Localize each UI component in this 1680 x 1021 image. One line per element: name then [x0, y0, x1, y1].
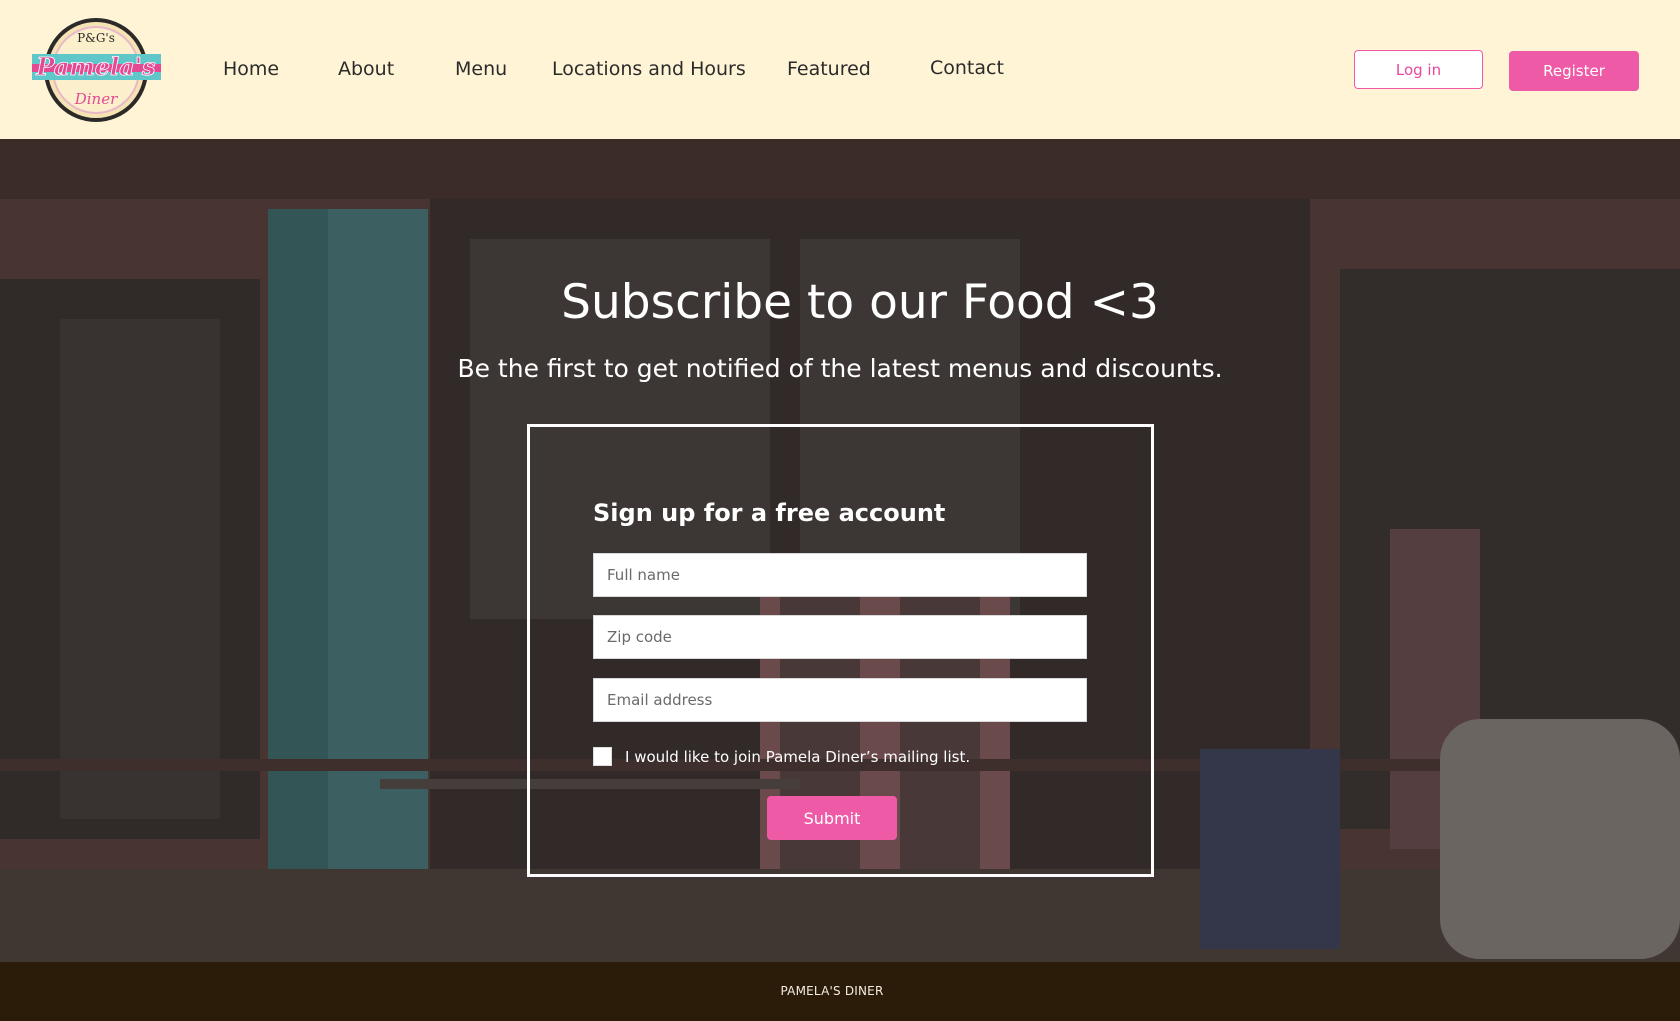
svg-text:Pamela's: Pamela's [35, 52, 156, 81]
site-header: P&G's Pamela's Diner Home About Menu Loc… [0, 0, 1680, 139]
hero-subtitle: Be the first to get notified of the late… [457, 354, 1223, 383]
logo-badge: P&G's Pamela's Diner [32, 18, 161, 122]
zip-code-input[interactable] [593, 615, 1087, 659]
hero-section: Subscribe to our Food <3 Be the first to… [0, 139, 1680, 962]
nav-home[interactable]: Home [223, 58, 279, 80]
submit-button[interactable]: Submit [767, 796, 897, 840]
login-button[interactable]: Log in [1354, 50, 1483, 89]
site-footer: PAMELA'S DINER [0, 962, 1680, 1021]
register-button[interactable]: Register [1509, 51, 1639, 91]
form-title: Sign up for a free account [593, 499, 946, 527]
pamelas-diner-logo[interactable]: P&G's Pamela's Diner [30, 14, 163, 124]
mailing-list-label: I would like to join Pamela Diner’s mail… [625, 748, 971, 766]
nav-featured[interactable]: Featured [787, 58, 871, 80]
nav-about[interactable]: About [338, 58, 394, 80]
full-name-input[interactable] [593, 553, 1087, 597]
svg-text:Diner: Diner [74, 90, 118, 108]
nav-menu[interactable]: Menu [455, 58, 507, 80]
email-address-input[interactable] [593, 678, 1087, 722]
nav-contact[interactable]: Contact [930, 57, 1004, 79]
hero-title: Subscribe to our Food <3 [561, 275, 1159, 330]
nav-locations-and-hours[interactable]: Locations and Hours [552, 58, 746, 80]
svg-text:P&G's: P&G's [77, 31, 115, 45]
mailing-list-checkbox[interactable] [593, 747, 612, 766]
footer-text: PAMELA'S DINER [780, 984, 884, 998]
signup-form: Sign up for a free account I would like … [527, 424, 1154, 877]
